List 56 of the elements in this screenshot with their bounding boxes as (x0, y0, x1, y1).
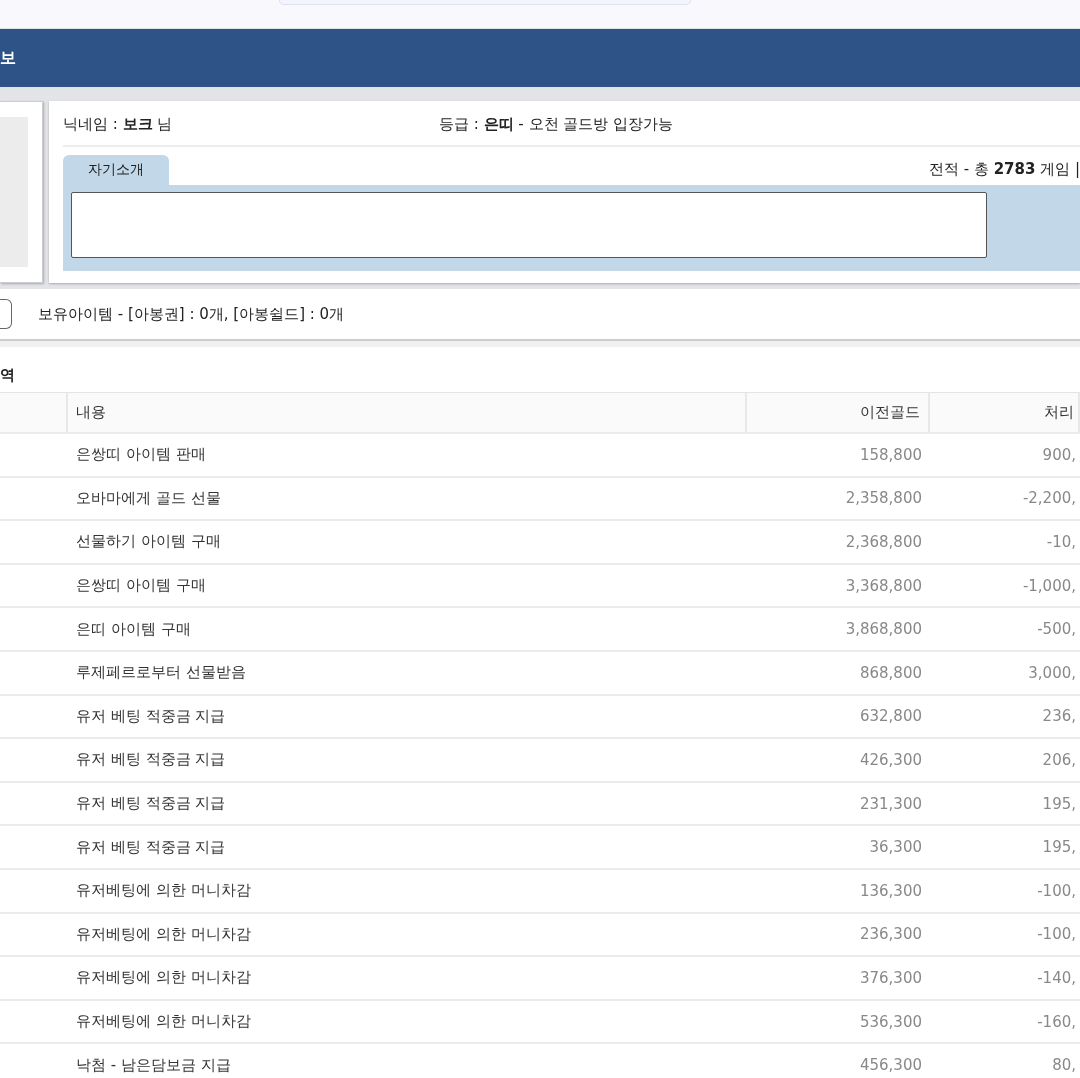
table-cell-text: 376,300 (858, 967, 923, 989)
table-cell-text: 유저베팅에 의한 머니차감 (75, 880, 252, 902)
table-cell-text: -1,000, (1021, 575, 1077, 597)
table-cell-text: 2,368,800 (844, 532, 923, 553)
table-cell-text: 루제페르로부터 선물받음 (75, 662, 247, 684)
table-cell-text: -500, (1036, 619, 1077, 641)
table-cell-text: 632,800 (858, 706, 923, 728)
table-cell-text: 236, (1041, 706, 1077, 728)
table-cell-text: 유저 베팅 적중금 지급 (75, 793, 227, 815)
table-header: 이전골드 (747, 393, 930, 432)
table-cell-text: 유저베팅에 의한 머니차감 (75, 923, 252, 945)
table-cell-text: 2,358,800 (844, 488, 923, 510)
table-cell-text: 236,300 (858, 924, 923, 946)
table-cell-text: 80, (1051, 1055, 1077, 1077)
table-cell-text: 유저베팅에 의한 머니차감 (75, 967, 252, 989)
nickname-text: 닉네임 : 보크 님 (63, 114, 174, 134)
table-cell-text: 유저베팅에 의한 머니차감 (75, 1011, 252, 1032)
table-cell-text: 유저 베팅 적중금 지급 (75, 705, 227, 727)
table-cell-text: 3,368,800 (844, 575, 923, 597)
table-cell-text: 선물하기 아이템 구매 (75, 531, 222, 553)
table-header: 내용 (68, 393, 747, 432)
table-cell-text: 36,300 (868, 837, 923, 859)
header-title: 보 (0, 47, 16, 69)
table-cell-text: 868,800 (858, 662, 923, 684)
intro-field[interactable] (71, 192, 987, 258)
table-cell-text: 536,300 (858, 1011, 923, 1033)
table-header: 처리 (930, 393, 1080, 432)
table-cell-text: 206, (1041, 749, 1077, 771)
table-cell-text: -140, (1036, 967, 1077, 989)
table-cell-text: 426,300 (858, 749, 923, 771)
table-cell-text: 유저 베팅 적중금 지급 (75, 836, 227, 858)
table-cell-text: -100, (1036, 924, 1077, 946)
table-cell-text: 3,868,800 (844, 619, 923, 641)
intro-tab[interactable]: 자기소개 (63, 155, 169, 185)
table-cell-text: 3,000, (1027, 662, 1077, 684)
table-cell-text: 은쌍띠 아이템 판매 (75, 444, 207, 466)
table-cell-text: 은쌍띠 아이템 구매 (75, 575, 207, 597)
table-cell-text: -100, (1036, 880, 1077, 902)
table-cell-text: 오바마에게 골드 선물 (75, 487, 222, 509)
grade-text: 등급 : 은띠 - 오천 골드방 입장가능 (439, 114, 674, 134)
table-cell-text: 456,300 (858, 1055, 923, 1077)
table-cell-text: 136,300 (858, 880, 923, 902)
table-cell-text: -2,200, (1021, 488, 1077, 510)
items-text: 보유아이템 - [아봉권] : 0개, [아봉쉴드] : 0개 (38, 304, 345, 324)
table-cell-text: 195, (1041, 793, 1077, 815)
table-cell-text: 231,300 (858, 793, 923, 815)
record-text: 전적 - 총 2783 게임 | (928, 159, 1080, 179)
table-cell-text: -10, (1045, 532, 1077, 553)
table-cell-text: 유저 베팅 적중금 지급 (75, 749, 227, 771)
table-cell-text: -160, (1036, 1011, 1077, 1033)
table-cell-text: 900, (1041, 444, 1077, 466)
table-cell-text: 낙첨 - 남은담보금 지급 (75, 1054, 232, 1076)
table-cell-text: 은띠 아이템 구매 (75, 618, 192, 640)
table-cell-text: 195, (1041, 837, 1077, 859)
table-cell-text: 158,800 (858, 444, 923, 466)
side-button[interactable] (0, 299, 12, 329)
